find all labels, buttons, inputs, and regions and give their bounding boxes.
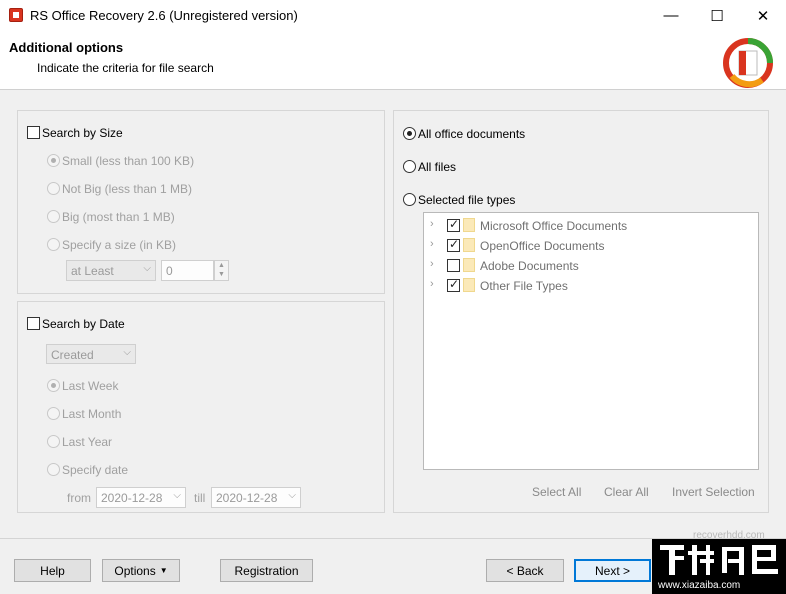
tree-item-label: Microsoft Office Documents	[480, 219, 628, 233]
date-specify-radio[interactable]	[47, 463, 60, 476]
page-subtitle: Indicate the criteria for file search	[37, 61, 214, 75]
size-comparator-dropdown[interactable]: at Least ⌵	[66, 260, 156, 281]
date-last-week-radio[interactable]	[47, 379, 60, 392]
chevron-down-icon: ⌵	[143, 263, 151, 274]
tree-item-label: Adobe Documents	[480, 259, 579, 273]
all-office-documents-radio[interactable]	[403, 127, 416, 140]
clear-all-link[interactable]: Clear All	[604, 485, 649, 499]
date-last-year-label: Last Year	[62, 435, 113, 449]
tree-item-label: OpenOffice Documents	[480, 239, 605, 253]
tree-item-label: Other File Types	[480, 279, 568, 293]
window-title: RS Office Recovery 2.6 (Unregistered ver…	[30, 8, 298, 23]
date-last-month-label: Last Month	[62, 407, 122, 421]
all-office-documents-label: All office documents	[418, 127, 526, 141]
expand-arrow-icon[interactable]: ›	[430, 218, 434, 230]
till-label: till	[194, 491, 206, 505]
invert-selection-link[interactable]: Invert Selection	[672, 485, 755, 499]
folder-icon	[463, 258, 475, 272]
spin-up-icon[interactable]: ▲	[215, 261, 228, 270]
options-button[interactable]: Options ▼	[102, 559, 180, 582]
select-all-link[interactable]: Select All	[532, 485, 581, 499]
all-files-radio[interactable]	[403, 160, 416, 173]
size-small-label: Small (less than 100 KB)	[62, 154, 195, 168]
app-icon	[9, 8, 23, 22]
title-bar: RS Office Recovery 2.6 (Unregistered ver…	[0, 0, 786, 31]
help-button[interactable]: Help	[14, 559, 91, 582]
selected-file-types-radio[interactable]	[403, 193, 416, 206]
maximize-button[interactable]: ☐	[694, 0, 740, 31]
product-logo-icon	[723, 38, 773, 88]
chevron-down-icon: ⌵	[288, 490, 296, 501]
size-big-label: Big (most than 1 MB)	[62, 210, 175, 224]
watermark-site-text: www.xiazaiba.com	[658, 580, 741, 591]
search-by-size-checkbox[interactable]	[27, 126, 40, 139]
watermark-logo-icon	[660, 545, 778, 575]
expand-arrow-icon[interactable]: ›	[430, 278, 434, 290]
chevron-down-icon: ⌵	[173, 490, 181, 501]
size-notbig-label: Not Big (less than 1 MB)	[62, 182, 193, 196]
from-label: from	[67, 491, 91, 505]
wizard-header: Additional options Indicate the criteria…	[0, 31, 786, 90]
registration-button[interactable]: Registration	[220, 559, 313, 582]
expand-arrow-icon[interactable]: ›	[430, 238, 434, 250]
from-date-value: 2020-12-28	[101, 491, 163, 505]
search-by-size-label: Search by Size	[42, 126, 123, 140]
tree-item[interactable]: › Microsoft Office Documents	[424, 215, 758, 235]
date-specify-label: Specify date	[62, 463, 129, 477]
tree-item[interactable]: › Other File Types	[424, 275, 758, 295]
date-type-value: Created	[51, 348, 94, 362]
till-date-picker[interactable]: 2020-12-28 ⌵	[211, 487, 301, 508]
size-specify-radio[interactable]	[47, 238, 60, 251]
tree-item-checkbox[interactable]	[447, 277, 460, 292]
size-value-input[interactable]: 0	[161, 260, 214, 281]
size-comparator-value: at Least	[71, 264, 114, 278]
from-date-picker[interactable]: 2020-12-28 ⌵	[96, 487, 186, 508]
expand-arrow-icon[interactable]: ›	[430, 258, 434, 270]
site-watermark: www.xiazaiba.com	[652, 539, 786, 594]
tree-item-checkbox[interactable]	[447, 217, 460, 232]
close-button[interactable]: ✕	[740, 0, 786, 31]
page-title: Additional options	[9, 40, 124, 55]
search-by-date-checkbox[interactable]	[27, 317, 40, 330]
size-notbig-radio[interactable]	[47, 182, 60, 195]
tree-item[interactable]: › OpenOffice Documents	[424, 235, 758, 255]
selected-file-types-label: Selected file types	[418, 193, 516, 207]
folder-icon	[463, 218, 475, 232]
tree-item-checkbox[interactable]	[447, 259, 460, 272]
size-specify-label: Specify a size (in KB)	[62, 238, 177, 252]
file-types-tree[interactable]: › Microsoft Office Documents › OpenOffic…	[423, 212, 759, 470]
size-small-radio[interactable]	[47, 154, 60, 167]
date-type-dropdown[interactable]: Created ⌵	[46, 344, 136, 364]
search-by-date-label: Search by Date	[42, 317, 125, 331]
all-files-label: All files	[418, 160, 457, 174]
folder-icon	[463, 278, 475, 292]
till-date-value: 2020-12-28	[216, 491, 278, 505]
size-spinner[interactable]: ▲ ▼	[214, 260, 229, 281]
tree-item-checkbox[interactable]	[447, 237, 460, 252]
folder-icon	[463, 238, 475, 252]
spin-down-icon[interactable]: ▼	[215, 270, 228, 279]
caret-down-icon: ▼	[159, 566, 168, 575]
date-last-week-label: Last Week	[62, 379, 119, 393]
chevron-down-icon: ⌵	[123, 347, 131, 358]
next-button[interactable]: Next >	[574, 559, 651, 582]
tree-item[interactable]: › Adobe Documents	[424, 255, 758, 275]
date-last-month-radio[interactable]	[47, 407, 60, 420]
minimize-button[interactable]: —	[648, 0, 694, 31]
options-button-label: Options	[114, 563, 156, 578]
size-big-radio[interactable]	[47, 210, 60, 223]
date-last-year-radio[interactable]	[47, 435, 60, 448]
back-button[interactable]: < Back	[486, 559, 564, 582]
